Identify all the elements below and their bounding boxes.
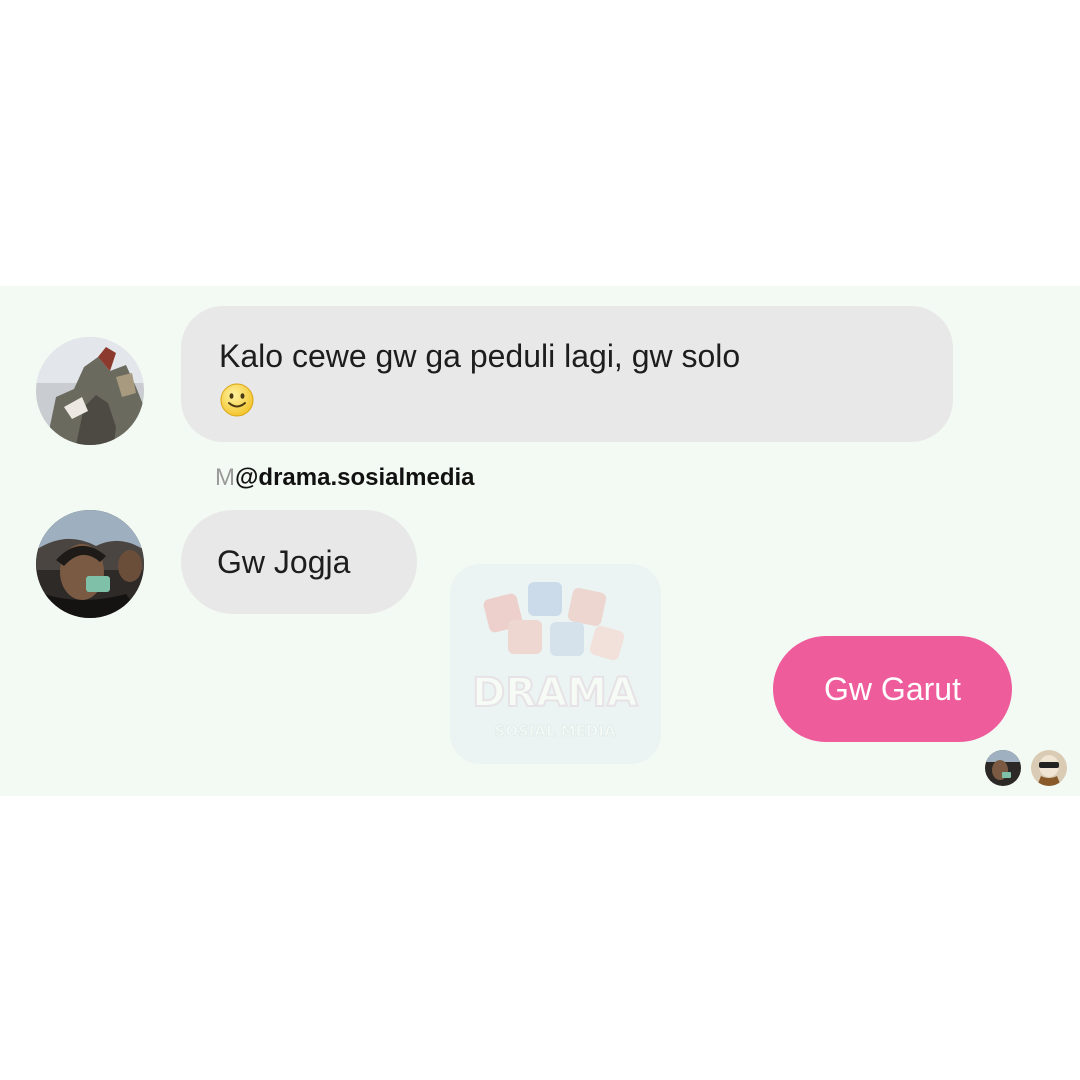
sender-avatar-1[interactable] xyxy=(36,337,144,445)
sender-avatar-2[interactable] xyxy=(36,510,144,618)
message-text: Gw Jogja xyxy=(217,544,351,580)
incoming-message-bubble[interactable]: Kalo cewe gw ga peduli lagi, gw solo xyxy=(181,306,953,442)
avatar-photo-icon xyxy=(36,510,144,618)
seen-receipt-avatar-2 xyxy=(1031,750,1067,786)
drama-watermark-logo: DRAMA SOSIAL MEDIA xyxy=(448,564,663,764)
incoming-message-bubble[interactable]: Gw Jogja xyxy=(181,510,417,614)
avatar-photo-icon xyxy=(36,337,144,445)
watermark-handle: @drama.sosialmedia xyxy=(235,464,475,491)
sender-name-faded: M xyxy=(215,464,235,491)
message-text: Gw Garut xyxy=(824,671,961,707)
slightly-smiling-face-icon xyxy=(219,382,255,431)
watermark-subtitle: SOSIAL MEDIA xyxy=(494,722,616,740)
seen-receipt-avatar-1 xyxy=(985,750,1021,786)
seen-avatar-photo-icon xyxy=(985,750,1021,786)
sender-name-label: M@drama.sosialmedia xyxy=(215,464,475,492)
chat-thread: Kalo cewe gw ga peduli lagi, gw solo M@d… xyxy=(0,286,1080,796)
screenshot-canvas: Kalo cewe gw ga peduli lagi, gw solo M@d… xyxy=(0,0,1080,1080)
seen-avatar-photo-icon xyxy=(1031,750,1067,786)
watermark-title: DRAMA xyxy=(472,670,638,716)
outgoing-message-bubble[interactable]: Gw Garut xyxy=(773,636,1012,742)
message-text: Kalo cewe gw ga peduli lagi, gw solo xyxy=(219,338,741,374)
